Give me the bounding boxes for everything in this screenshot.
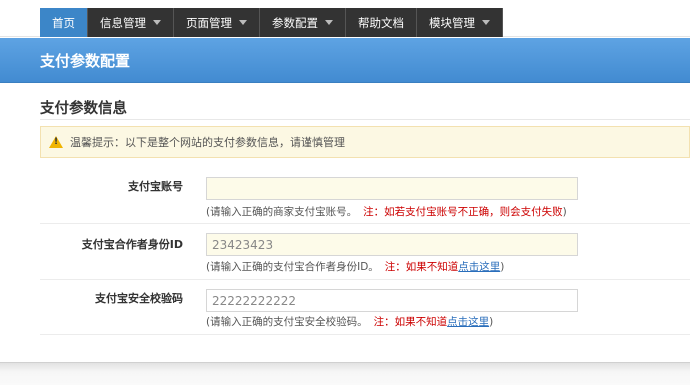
security-code-input[interactable] — [206, 289, 578, 312]
alert-text: 温馨提示：以下是整个网站的支付参数信息，请谨慎管理 — [70, 136, 345, 149]
nav-item-info-management[interactable]: 信息管理 — [88, 8, 174, 37]
nav-item-module-management[interactable]: 模块管理 — [417, 8, 503, 37]
page-banner: 支付参数配置 — [0, 38, 690, 83]
field-label: 支付宝合作者身份ID — [81, 238, 183, 251]
hint-warning: 注：如果不知道 — [373, 316, 448, 328]
field-label: 支付宝安全校验码 — [95, 292, 183, 305]
field-hint: (请输入正确的支付宝安全校验码。 注：如果不知道点击这里) — [206, 314, 493, 329]
top-bar: 首页 信息管理 页面管理 参数配置 帮助文档 模块管理 — [0, 0, 690, 37]
nav-item-home[interactable]: 首页 — [40, 8, 88, 37]
form-row-security-code: 支付宝安全校验码 (请输入正确的支付宝安全校验码。注：如果不知道点击这里) — [40, 280, 690, 335]
form-row-partner-id: 支付宝合作者身份ID (请输入正确的支付宝合作者身份ID。注：如果不知道点击这里… — [40, 224, 690, 280]
hint-warning: 注：如若支付宝账号不正确，则会支付失败 — [363, 206, 563, 218]
alipay-account-input[interactable] — [206, 177, 578, 200]
chevron-down-icon — [482, 20, 490, 25]
field-hint: (请输入正确的支付宝合作者身份ID。 注：如果不知道点击这里) — [206, 259, 504, 274]
hint-text: (请输入正确的支付宝安全校验码。 — [206, 316, 368, 328]
nav-item-label: 参数配置 — [272, 15, 318, 30]
hint-suffix: ) — [562, 206, 567, 218]
nav-item-page-management[interactable]: 页面管理 — [174, 8, 260, 37]
main-nav: 首页 信息管理 页面管理 参数配置 帮助文档 模块管理 — [40, 8, 503, 37]
form-row-alipay-account: 支付宝账号 (请输入正确的商家支付宝账号。 注：如若支付宝账号不正确，则会支付失败… — [40, 166, 690, 224]
nav-item-label: 页面管理 — [186, 15, 232, 30]
click-here-link[interactable]: 点击这里 — [458, 261, 500, 273]
click-here-link[interactable]: 点击这里 — [447, 316, 489, 328]
hint-suffix: ) — [489, 316, 494, 328]
bottom-bar — [0, 362, 690, 385]
section-divider — [40, 119, 690, 120]
nav-item-label: 模块管理 — [429, 15, 475, 30]
nav-item-label: 帮助文档 — [358, 15, 404, 30]
nav-item-label: 首页 — [52, 15, 75, 30]
partner-id-input[interactable] — [206, 233, 578, 256]
hint-suffix: ) — [500, 261, 505, 273]
hint-warning: 注：如果不知道 — [384, 261, 459, 273]
nav-item-help-docs[interactable]: 帮助文档 — [346, 8, 417, 37]
hint-text: (请输入正确的支付宝合作者身份ID。 — [206, 261, 379, 273]
nav-item-label: 信息管理 — [100, 15, 146, 30]
warning-alert: 温馨提示：以下是整个网站的支付参数信息，请谨慎管理 — [40, 126, 690, 158]
chevron-down-icon — [325, 20, 333, 25]
warning-icon — [49, 136, 63, 148]
chevron-down-icon — [153, 20, 161, 25]
nav-item-parameter-config[interactable]: 参数配置 — [260, 8, 346, 37]
field-label: 支付宝账号 — [128, 180, 183, 193]
section-title: 支付参数信息 — [40, 101, 127, 117]
field-hint: (请输入正确的商家支付宝账号。 注：如若支付宝账号不正确，则会支付失败) — [206, 204, 567, 219]
chevron-down-icon — [239, 20, 247, 25]
hint-text: (请输入正确的商家支付宝账号。 — [206, 206, 358, 218]
page-title: 支付参数配置 — [40, 52, 131, 70]
